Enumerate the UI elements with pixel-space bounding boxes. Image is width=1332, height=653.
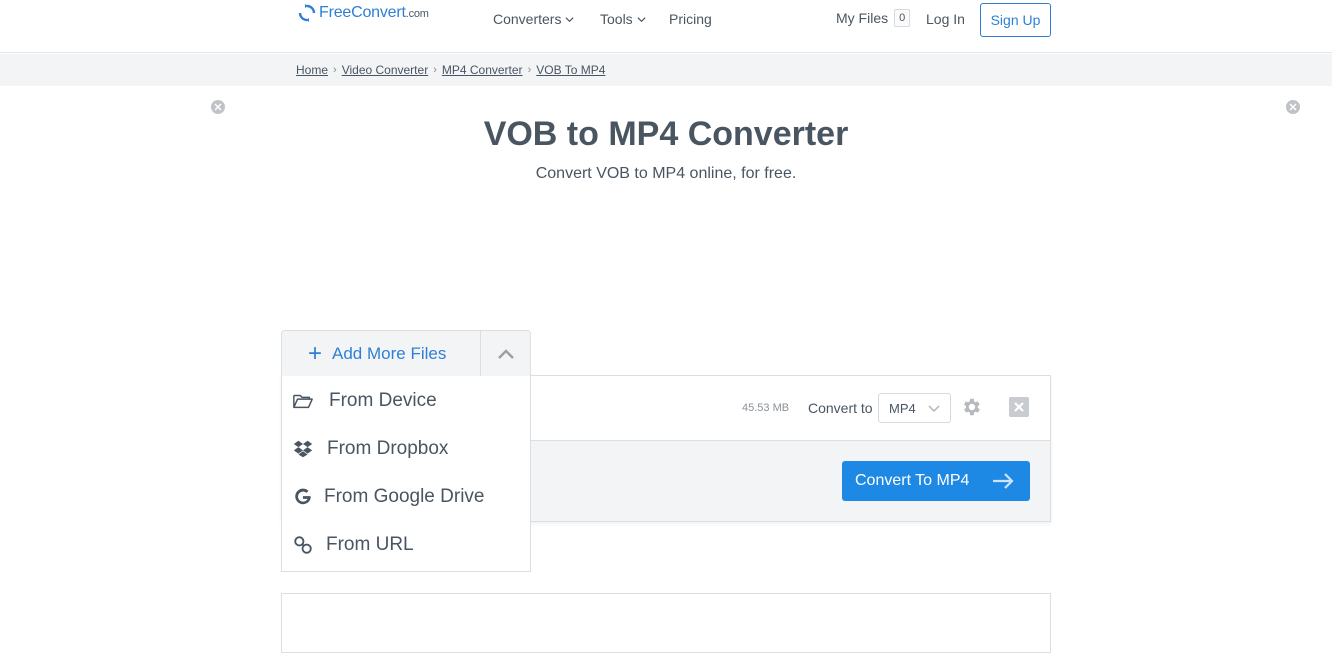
source-menu-toggle[interactable]	[481, 331, 530, 376]
format-select[interactable]: MP4	[878, 393, 951, 423]
add-more-files-button[interactable]: + Add More Files	[282, 331, 481, 376]
nav-converters[interactable]: Converters	[493, 11, 574, 27]
breadcrumb: Home › Video Converter › MP4 Converter ›…	[296, 63, 605, 77]
folder-open-icon	[291, 389, 315, 413]
add-more-files-label: Add More Files	[332, 343, 447, 363]
chevron-down-icon	[565, 16, 574, 22]
chevron-right-icon: ›	[333, 64, 337, 76]
google-icon	[291, 485, 315, 509]
convert-to-label: Convert to	[808, 400, 873, 416]
source-from-device[interactable]: From Device	[282, 377, 530, 425]
format-select-value: MP4	[889, 400, 916, 416]
close-icon	[214, 103, 222, 111]
source-from-url[interactable]: From URL	[282, 521, 530, 569]
page-subtitle: Convert VOB to MP4 online, for free.	[535, 165, 797, 182]
remove-file-icon[interactable]	[1008, 396, 1030, 418]
logo-domain: .com	[405, 8, 429, 20]
link-icon	[291, 533, 315, 557]
ad-close-right-button[interactable]	[1286, 100, 1300, 114]
plus-icon: +	[308, 339, 323, 367]
my-files-link[interactable]: My Files 0	[836, 9, 911, 27]
ad-close-left-button[interactable]	[211, 100, 225, 114]
breadcrumb-bar: Home › Video Converter › MP4 Converter ›…	[0, 54, 1332, 86]
breadcrumb-vob-to-mp4[interactable]: VOB To MP4	[536, 63, 605, 77]
breadcrumb-video-converter[interactable]: Video Converter	[342, 63, 429, 77]
top-navbar: FreeConvert.com Converters Tools Pricing…	[0, 0, 1332, 53]
login-link[interactable]: Log In	[926, 11, 965, 27]
login-label: Log In	[926, 11, 965, 27]
convert-button[interactable]: Convert To MP4	[842, 461, 1030, 501]
upload-source-menu: From Device From Dropbox From Google Dri…	[281, 376, 531, 572]
chevron-up-icon	[497, 348, 514, 359]
page-title: VOB to MP4 Converter	[483, 115, 849, 153]
my-files-count-badge: 0	[894, 9, 911, 27]
nav-pricing-label: Pricing	[669, 11, 712, 27]
nav-tools[interactable]: Tools	[600, 11, 646, 27]
signup-button[interactable]: Sign Up	[980, 3, 1051, 37]
source-from-google-drive[interactable]: From Google Drive	[282, 473, 530, 521]
chevron-right-icon: ›	[433, 64, 437, 76]
convert-button-label: Convert To MP4	[855, 472, 970, 489]
source-label: From Dropbox	[327, 438, 449, 459]
source-from-dropbox[interactable]: From Dropbox	[282, 425, 530, 473]
chevron-down-icon	[637, 16, 646, 22]
dropbox-icon	[291, 437, 315, 461]
logo[interactable]: FreeConvert.com	[297, 3, 429, 23]
refresh-logo-icon	[298, 4, 316, 22]
source-label: From Google Drive	[324, 486, 485, 507]
breadcrumb-home[interactable]: Home	[296, 63, 328, 77]
my-files-label: My Files	[836, 10, 889, 26]
add-more-files-group: + Add More Files	[281, 330, 531, 376]
nav-pricing[interactable]: Pricing	[669, 11, 712, 27]
source-label: From Device	[329, 390, 437, 411]
chevron-right-icon: ›	[527, 64, 532, 76]
chevron-down-icon	[928, 405, 940, 413]
arrow-right-icon	[993, 473, 1014, 489]
logo-name: FreeConvert	[319, 4, 406, 21]
nav-converters-label: Converters	[493, 11, 562, 27]
gear-icon[interactable]	[960, 396, 982, 418]
source-label: From URL	[326, 534, 414, 555]
file-size: 45.53 MB	[742, 402, 790, 414]
next-section-box	[281, 593, 1051, 653]
close-icon	[1289, 103, 1297, 111]
breadcrumb-mp4-converter[interactable]: MP4 Converter	[442, 63, 523, 77]
nav-tools-label: Tools	[600, 11, 633, 27]
